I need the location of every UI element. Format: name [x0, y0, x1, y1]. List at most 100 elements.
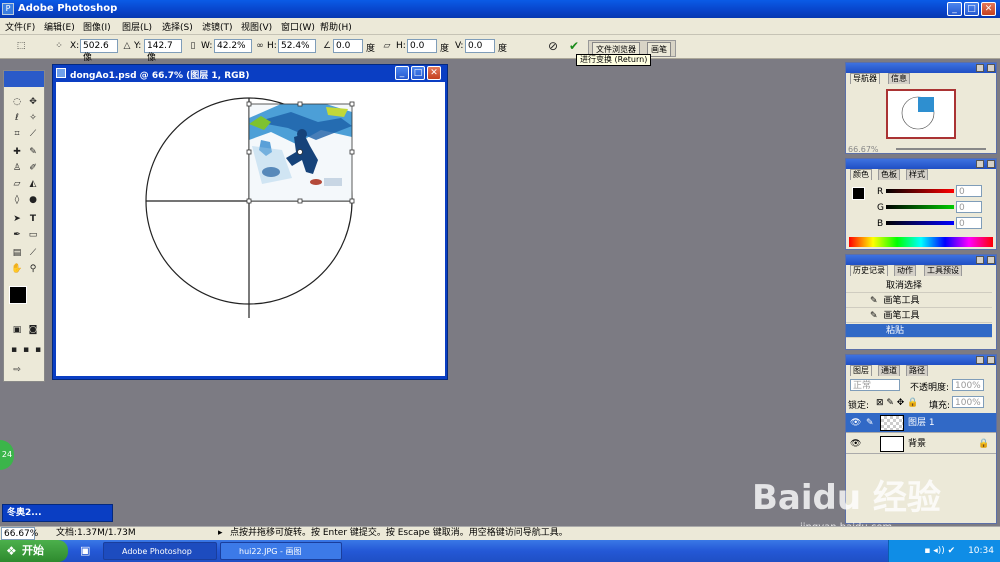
doc-close-icon[interactable]: ✕ — [427, 66, 441, 80]
dodge-icon[interactable]: ● — [26, 193, 40, 207]
menu-window[interactable]: 窗口(W) — [281, 20, 315, 33]
eye-icon[interactable]: 👁 — [850, 413, 861, 433]
color-minimize-icon[interactable] — [976, 160, 984, 168]
doc-minimize-icon[interactable]: _ — [395, 66, 409, 80]
lasso-icon[interactable]: ℓ — [10, 111, 24, 125]
fill-field[interactable]: 100% — [952, 396, 984, 408]
zoom-icon[interactable]: ⚲ — [26, 262, 40, 276]
eyedropper-icon[interactable]: ⟋ — [26, 246, 40, 260]
status-doc-size[interactable]: 文档:1.37M/1.73M — [56, 527, 136, 540]
tab-paths[interactable]: 路径 — [906, 365, 928, 376]
blend-mode-select[interactable]: 正常 — [850, 379, 900, 391]
cancel-transform-icon[interactable]: ⊘ — [546, 39, 560, 53]
crop-icon[interactable]: ⌗ — [10, 127, 24, 141]
close-icon[interactable]: ✕ — [981, 2, 996, 16]
color-fg-swatch[interactable] — [852, 187, 865, 200]
r-slider[interactable] — [886, 189, 954, 193]
stamp-icon[interactable]: ♙ — [10, 161, 24, 175]
menu-help[interactable]: 帮助(H) — [320, 20, 352, 33]
layers-minimize-icon[interactable] — [976, 356, 984, 364]
lock-icons[interactable]: ⊠ ✎ ✥ 🔒 — [876, 398, 918, 408]
navigator-close-icon[interactable] — [987, 64, 995, 72]
menu-view[interactable]: 视图(V) — [241, 20, 272, 33]
menu-select[interactable]: 选择(S) — [162, 20, 193, 33]
screen-mode-2-icon[interactable]: ▪ — [20, 343, 32, 357]
screen-mode-1-icon[interactable]: ▪ — [8, 343, 20, 357]
g-field[interactable]: 0 — [956, 201, 982, 213]
tab-history[interactable]: 历史记录 — [850, 265, 888, 276]
history-item[interactable]: 取消选择 — [846, 279, 992, 293]
type-icon[interactable]: T — [26, 212, 40, 226]
history-minimize-icon[interactable] — [976, 256, 984, 264]
tab-navigator[interactable]: 导航器 — [850, 73, 880, 84]
h-field[interactable]: 52.4% — [278, 39, 316, 53]
quickmask-mode-icon[interactable]: ◙ — [26, 323, 40, 337]
brush-icon[interactable]: ✎ — [26, 145, 40, 159]
maximize-icon[interactable]: □ — [964, 2, 979, 16]
transform-tool-icon[interactable]: ⬚ — [14, 39, 28, 53]
navigator-zoom[interactable]: 66.67% — [848, 145, 879, 154]
doc-maximize-icon[interactable]: □ — [411, 66, 425, 80]
pen-icon[interactable]: ✒ — [10, 228, 24, 242]
hskew-field[interactable]: 0.0 — [407, 39, 437, 53]
healing-icon[interactable]: ✚ — [10, 145, 24, 159]
layers-close-icon[interactable] — [987, 356, 995, 364]
color-close-icon[interactable] — [987, 160, 995, 168]
navigator-minimize-icon[interactable] — [976, 64, 984, 72]
clock[interactable]: 10:34 — [968, 546, 994, 556]
tab-swatches[interactable]: 色板 — [878, 169, 900, 180]
angle-field[interactable]: 0.0 — [333, 39, 363, 53]
foreground-color-swatch[interactable] — [9, 286, 27, 304]
blur-icon[interactable]: ◊ — [10, 193, 24, 207]
tray-icons[interactable]: ▪ ◂)) ✔ — [924, 546, 965, 556]
standard-mode-icon[interactable]: ▣ — [10, 323, 24, 337]
quicklaunch-icon[interactable]: ▣ — [80, 544, 90, 557]
color-ramp[interactable] — [849, 237, 993, 247]
menu-image[interactable]: 图像(I) — [83, 20, 111, 33]
eraser-icon[interactable]: ▱ — [10, 177, 24, 191]
menu-layer[interactable]: 图层(L) — [122, 20, 152, 33]
minimize-icon[interactable]: _ — [947, 2, 962, 16]
commit-transform-icon[interactable]: ✔ — [567, 39, 581, 53]
path-select-icon[interactable]: ➤ — [10, 212, 24, 226]
tab-tool-presets[interactable]: 工具预设 — [924, 265, 962, 276]
jump-to-imageready-icon[interactable]: ⇨ — [10, 363, 24, 377]
y-field[interactable]: 142.7 像 — [144, 39, 182, 63]
task-paint[interactable]: hui22.JPG - 画图 — [220, 542, 342, 560]
tab-layers[interactable]: 图层 — [850, 365, 872, 376]
link-icon[interactable]: ∞ — [253, 39, 267, 53]
magic-wand-icon[interactable]: ✧ — [26, 111, 40, 125]
menu-file[interactable]: 文件(F) — [5, 20, 35, 33]
g-slider[interactable] — [886, 205, 954, 209]
move-icon[interactable]: ✥ — [26, 95, 40, 109]
history-close-icon[interactable] — [987, 256, 995, 264]
bucket-icon[interactable]: ◭ — [26, 177, 40, 191]
slice-icon[interactable]: ⟋ — [26, 127, 40, 141]
history-item[interactable]: ✎ 画笔工具 — [846, 309, 992, 323]
layer-row-selected[interactable]: 👁 ✎ 图层 1 — [846, 413, 996, 433]
side-badge[interactable]: 24 — [0, 440, 14, 470]
eye-icon[interactable]: 👁 — [850, 434, 861, 454]
minimized-document[interactable]: 冬奥2... — [2, 504, 113, 522]
layer-row[interactable]: 👁 背景 🔒 — [846, 434, 996, 454]
task-photoshop[interactable]: Adobe Photoshop — [103, 542, 217, 560]
reference-point-icon[interactable]: ⁘ — [52, 39, 66, 53]
tab-info[interactable]: 信息 — [888, 73, 910, 84]
tab-channels[interactable]: 通道 — [878, 365, 900, 376]
screen-mode-3-icon[interactable]: ▪ — [32, 343, 44, 357]
navigator-zoom-slider[interactable] — [896, 148, 986, 150]
shape-icon[interactable]: ▭ — [26, 228, 40, 242]
b-slider[interactable] — [886, 221, 954, 225]
w-field[interactable]: 42.2% — [214, 39, 252, 53]
status-zoom[interactable]: 66.67% — [1, 527, 38, 540]
notes-icon[interactable]: ▤ — [10, 246, 24, 260]
vskew-field[interactable]: 0.0 — [465, 39, 495, 53]
history-brush-icon[interactable]: ✐ — [26, 161, 40, 175]
menu-edit[interactable]: 编辑(E) — [44, 20, 75, 33]
tab-color[interactable]: 颜色 — [850, 169, 872, 180]
canvas[interactable] — [56, 82, 445, 376]
marquee-icon[interactable]: ◌ — [10, 95, 24, 109]
hand-icon[interactable]: ✋ — [10, 262, 24, 276]
menu-filter[interactable]: 滤镜(T) — [202, 20, 233, 33]
tab-actions[interactable]: 动作 — [894, 265, 916, 276]
